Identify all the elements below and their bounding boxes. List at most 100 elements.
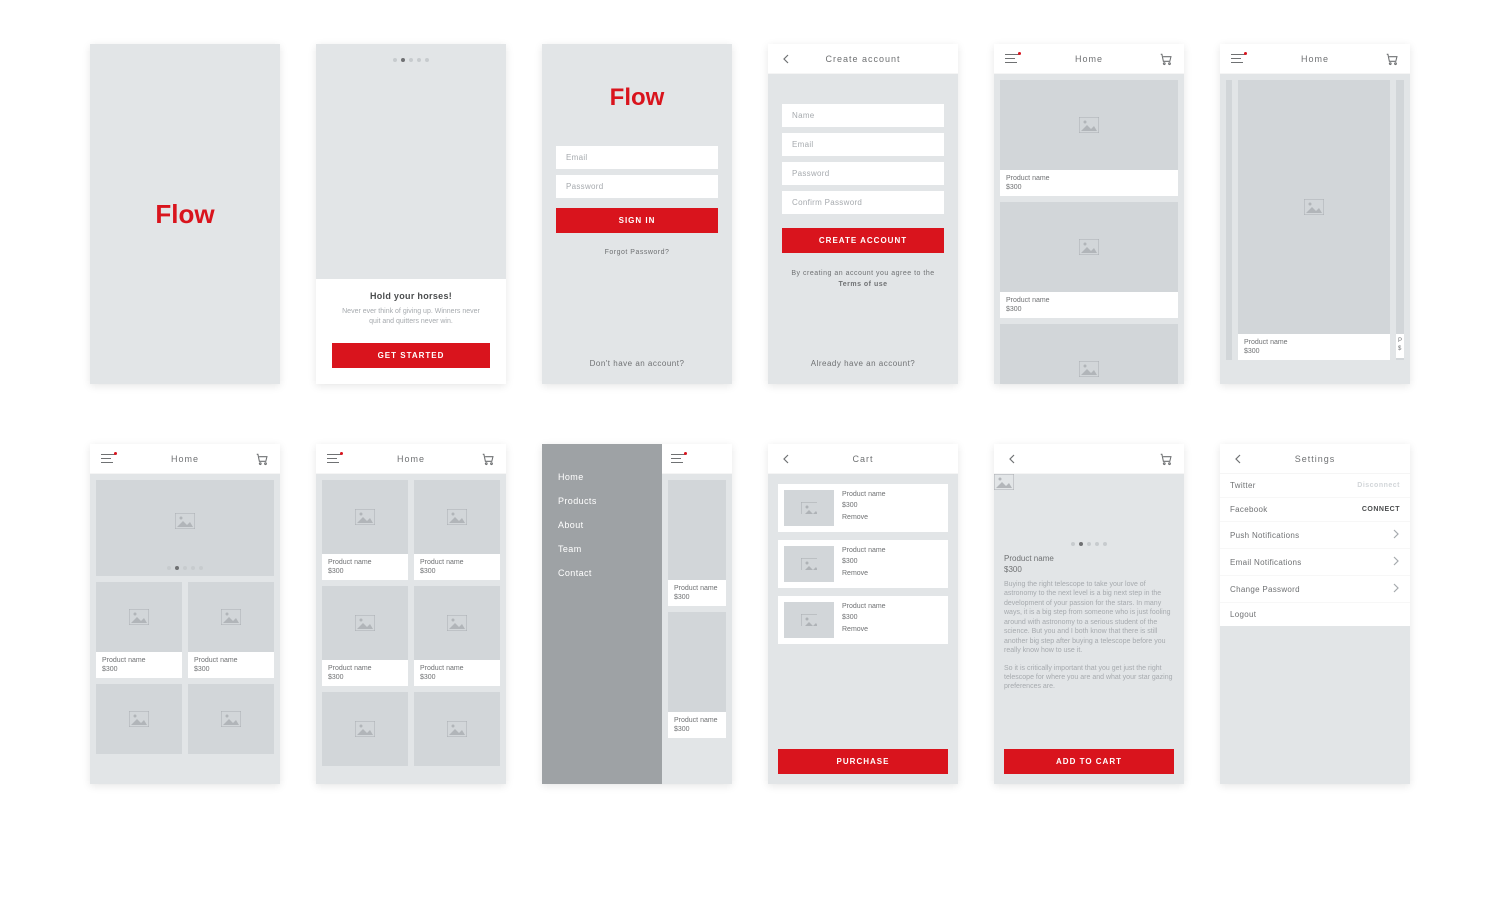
cart-icon[interactable] <box>254 451 270 467</box>
product-tile[interactable] <box>96 684 182 754</box>
pager-dots[interactable] <box>994 542 1184 546</box>
product-tile[interactable] <box>322 692 408 766</box>
menu-icon[interactable] <box>326 451 342 467</box>
settings-list: Twitter Disconnect Facebook CONNECT Push… <box>1220 474 1410 626</box>
product-grid[interactable]: Product name$300 Product name$300 Produc… <box>316 474 506 772</box>
product-name: Product name <box>674 584 720 593</box>
drawer-link-products[interactable]: Products <box>558 496 646 506</box>
password-field[interactable]: Password <box>556 175 718 198</box>
settings-row-email[interactable]: Email Notifications <box>1220 549 1410 576</box>
product-name: Product name <box>420 558 494 567</box>
already-account-link[interactable]: Already have an account? <box>768 359 958 384</box>
product-price: $300 <box>328 567 402 576</box>
connect-button[interactable]: CONNECT <box>1362 506 1400 513</box>
product-name: Product name <box>420 664 494 673</box>
terms-link[interactable]: Terms of use <box>838 281 887 288</box>
product-price: $300 <box>1006 305 1172 314</box>
cart-icon[interactable] <box>1384 51 1400 67</box>
menu-icon[interactable] <box>670 451 686 467</box>
detail-content[interactable]: Product name $300 Buying the right teles… <box>994 474 1184 739</box>
product-price: $300 <box>328 673 402 682</box>
back-icon[interactable] <box>778 451 794 467</box>
add-to-cart-button[interactable]: ADD TO CART <box>1004 749 1174 774</box>
back-icon[interactable] <box>778 51 794 67</box>
content[interactable]: Product name$300 Product name$300 <box>90 474 280 760</box>
product-name: Product name <box>102 656 176 665</box>
product-price: $300 <box>674 725 720 734</box>
product-name: Product name <box>1004 554 1174 563</box>
screen-cart: Cart Product name$300Remove Product name… <box>768 444 958 784</box>
settings-row-logout[interactable]: Logout <box>1220 603 1410 626</box>
product-tile[interactable]: Product name $300 <box>1000 202 1178 318</box>
hero-tile[interactable] <box>96 480 274 576</box>
confirm-password-field[interactable]: Confirm Password <box>782 191 944 214</box>
purchase-button[interactable]: PURCHASE <box>778 749 948 774</box>
settings-row-change-password[interactable]: Change Password <box>1220 576 1410 603</box>
product-price: $300 <box>674 593 720 602</box>
product-tile-peek[interactable]: P $ <box>1396 80 1404 360</box>
menu-icon[interactable] <box>1230 51 1246 67</box>
product-list[interactable]: Product name $300 Product name $300 <box>994 74 1184 384</box>
product-image-placeholder <box>1000 202 1178 292</box>
settings-row-twitter[interactable]: Twitter Disconnect <box>1220 474 1410 498</box>
product-tile[interactable]: Product name$300 <box>668 480 726 606</box>
remove-button[interactable]: Remove <box>842 569 886 580</box>
drawer-link-about[interactable]: About <box>558 520 646 530</box>
product-price: $300 <box>102 665 176 674</box>
menu-icon[interactable] <box>1004 51 1020 67</box>
navbar: Home <box>90 444 280 474</box>
cart-icon[interactable] <box>1158 451 1174 467</box>
password-placeholder: Password <box>566 182 604 191</box>
settings-label: Logout <box>1230 610 1256 619</box>
product-name: Product name <box>842 602 886 613</box>
cart-icon[interactable] <box>480 451 496 467</box>
drawer-link-home[interactable]: Home <box>558 472 646 482</box>
remove-button[interactable]: Remove <box>842 513 886 524</box>
product-price: $300 <box>842 557 886 568</box>
no-account-link[interactable]: Don't have an account? <box>542 359 732 384</box>
product-tile[interactable]: Product name$300 <box>414 480 500 580</box>
product-name: Product name <box>842 490 886 501</box>
signin-button[interactable]: SIGN IN <box>556 208 718 233</box>
forgot-password-link[interactable]: Forgot Password? <box>556 249 718 256</box>
cart-list[interactable]: Product name$300Remove Product name$300R… <box>768 474 958 654</box>
product-tile[interactable]: Product name$300 <box>322 480 408 580</box>
back-icon[interactable] <box>1230 451 1246 467</box>
cart-icon[interactable] <box>1158 51 1174 67</box>
product-tile[interactable] <box>414 692 500 766</box>
create-form: Name Email Password Confirm Password CRE… <box>768 104 958 290</box>
email-field[interactable]: Email <box>556 146 718 169</box>
pager-dots[interactable] <box>96 562 274 576</box>
screen-home-large: Home Product name $300 P $ <box>1220 44 1410 384</box>
back-icon[interactable] <box>1004 451 1020 467</box>
product-tile[interactable]: Product name$300 <box>322 586 408 686</box>
name-field[interactable]: Name <box>782 104 944 127</box>
password-field[interactable]: Password <box>782 162 944 185</box>
create-account-button[interactable]: CREATE ACCOUNT <box>782 228 944 253</box>
product-tile[interactable] <box>188 684 274 754</box>
screen-splash: Flow <box>90 44 280 384</box>
disconnect-button[interactable]: Disconnect <box>1357 482 1400 489</box>
product-tile[interactable]: Product name $300 <box>1238 80 1390 360</box>
screen-home-mixed: Home Product name$300 Product name$300 <box>90 444 280 784</box>
get-started-button[interactable]: GET STARTED <box>332 343 490 368</box>
navbar <box>662 444 732 474</box>
product-carousel[interactable]: Product name $300 P $ <box>1220 74 1410 366</box>
drawer-link-team[interactable]: Team <box>558 544 646 554</box>
product-image-placeholder <box>784 602 834 638</box>
product-name: Product name <box>1006 296 1172 305</box>
product-tile[interactable]: Product name $300 <box>1000 80 1178 196</box>
product-tile[interactable]: Product name$300 <box>414 586 500 686</box>
settings-row-facebook[interactable]: Facebook CONNECT <box>1220 498 1410 522</box>
remove-button[interactable]: Remove <box>842 625 886 636</box>
product-tile[interactable]: Product name$300 <box>96 582 182 678</box>
product-price: $300 <box>1004 565 1174 574</box>
settings-row-push[interactable]: Push Notifications <box>1220 522 1410 549</box>
menu-icon[interactable] <box>100 451 116 467</box>
email-field[interactable]: Email <box>782 133 944 156</box>
product-price: $300 <box>194 665 268 674</box>
product-tile[interactable] <box>1000 324 1178 384</box>
product-tile[interactable]: Product name$300 <box>188 582 274 678</box>
product-tile[interactable]: Product name$300 <box>668 612 726 738</box>
drawer-link-contact[interactable]: Contact <box>558 568 646 578</box>
